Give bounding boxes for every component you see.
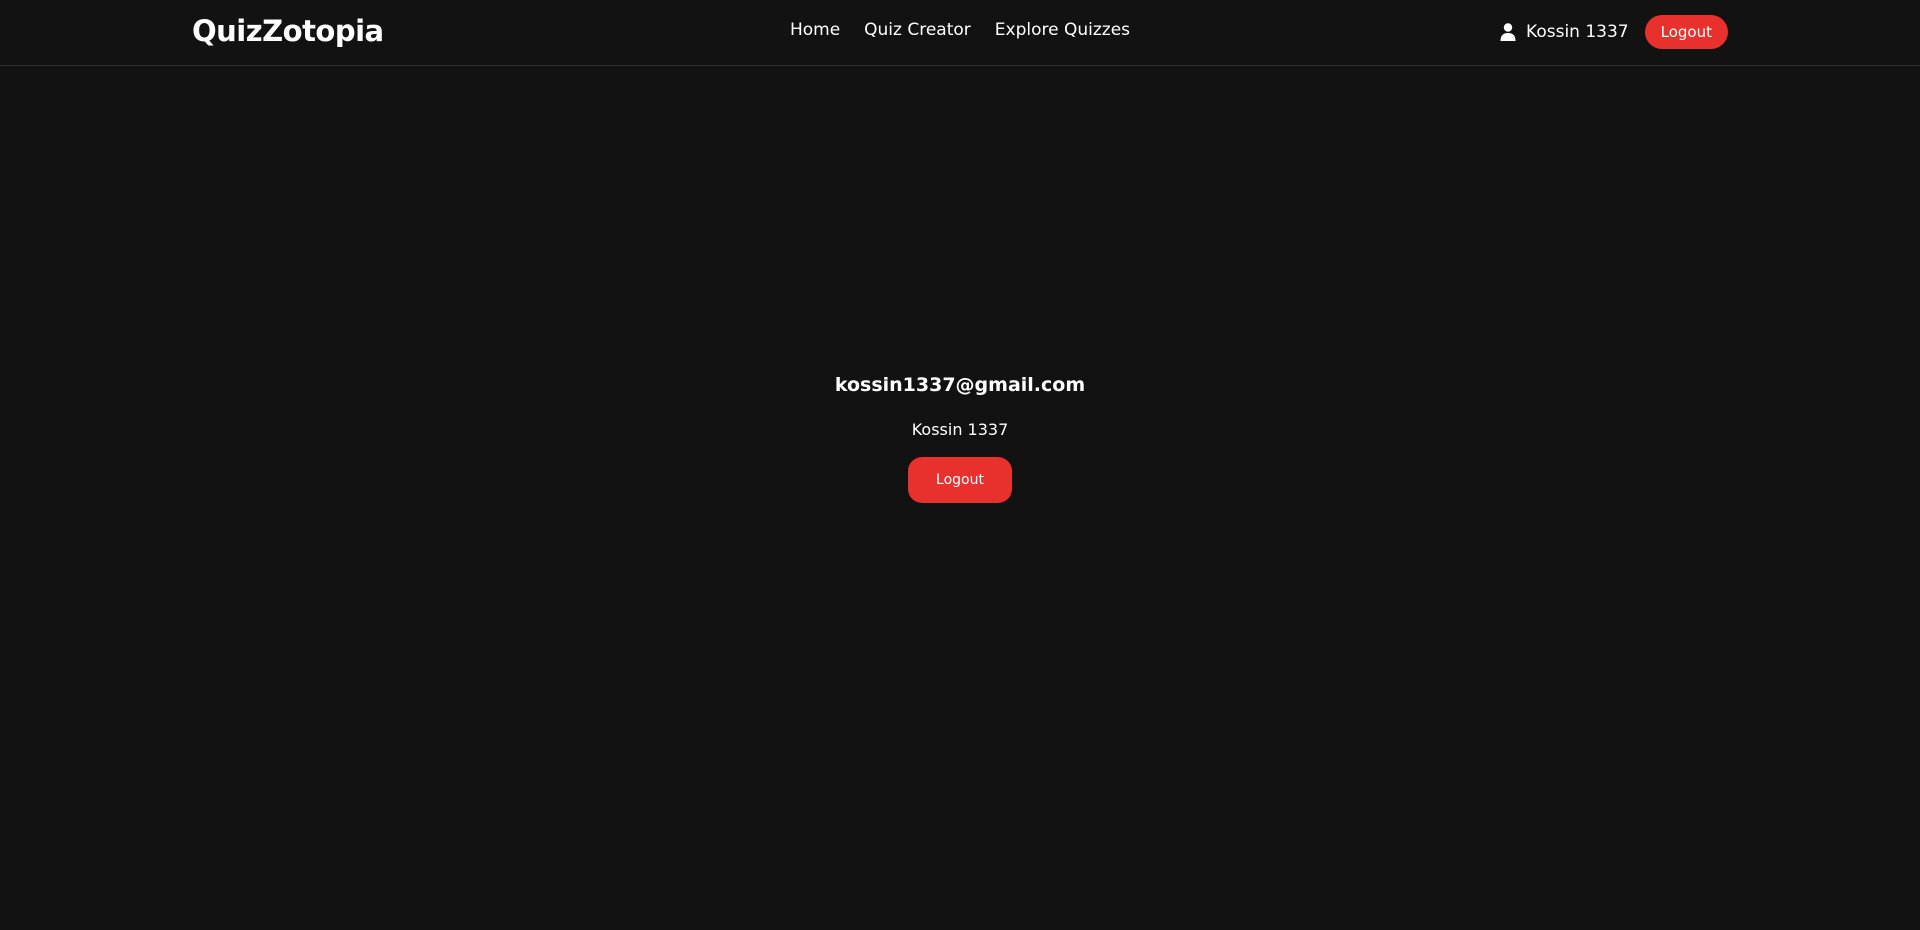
profile-display-name: Kossin 1337 [911,420,1009,439]
user-area: Kossin 1337 Logout [1500,15,1728,49]
profile-section: kossin1337@gmail.com Kossin 1337 Logout [0,372,1920,503]
nav-link-explore-quizzes[interactable]: Explore Quizzes [995,20,1130,40]
user-profile-link[interactable]: Kossin 1337 [1500,22,1629,42]
navbar-logout-button[interactable]: Logout [1644,15,1728,49]
nav-link-home[interactable]: Home [790,20,840,40]
profile-email: kossin1337@gmail.com [834,374,1086,396]
nav-link-quiz-creator[interactable]: Quiz Creator [864,20,971,40]
navbar-username: Kossin 1337 [1526,22,1629,42]
top-navbar: QuizZotopia Home Quiz Creator Explore Qu… [0,0,1920,66]
user-icon [1500,23,1516,41]
profile-logout-button[interactable]: Logout [908,457,1012,503]
brand-logo[interactable]: QuizZotopia [192,14,384,48]
